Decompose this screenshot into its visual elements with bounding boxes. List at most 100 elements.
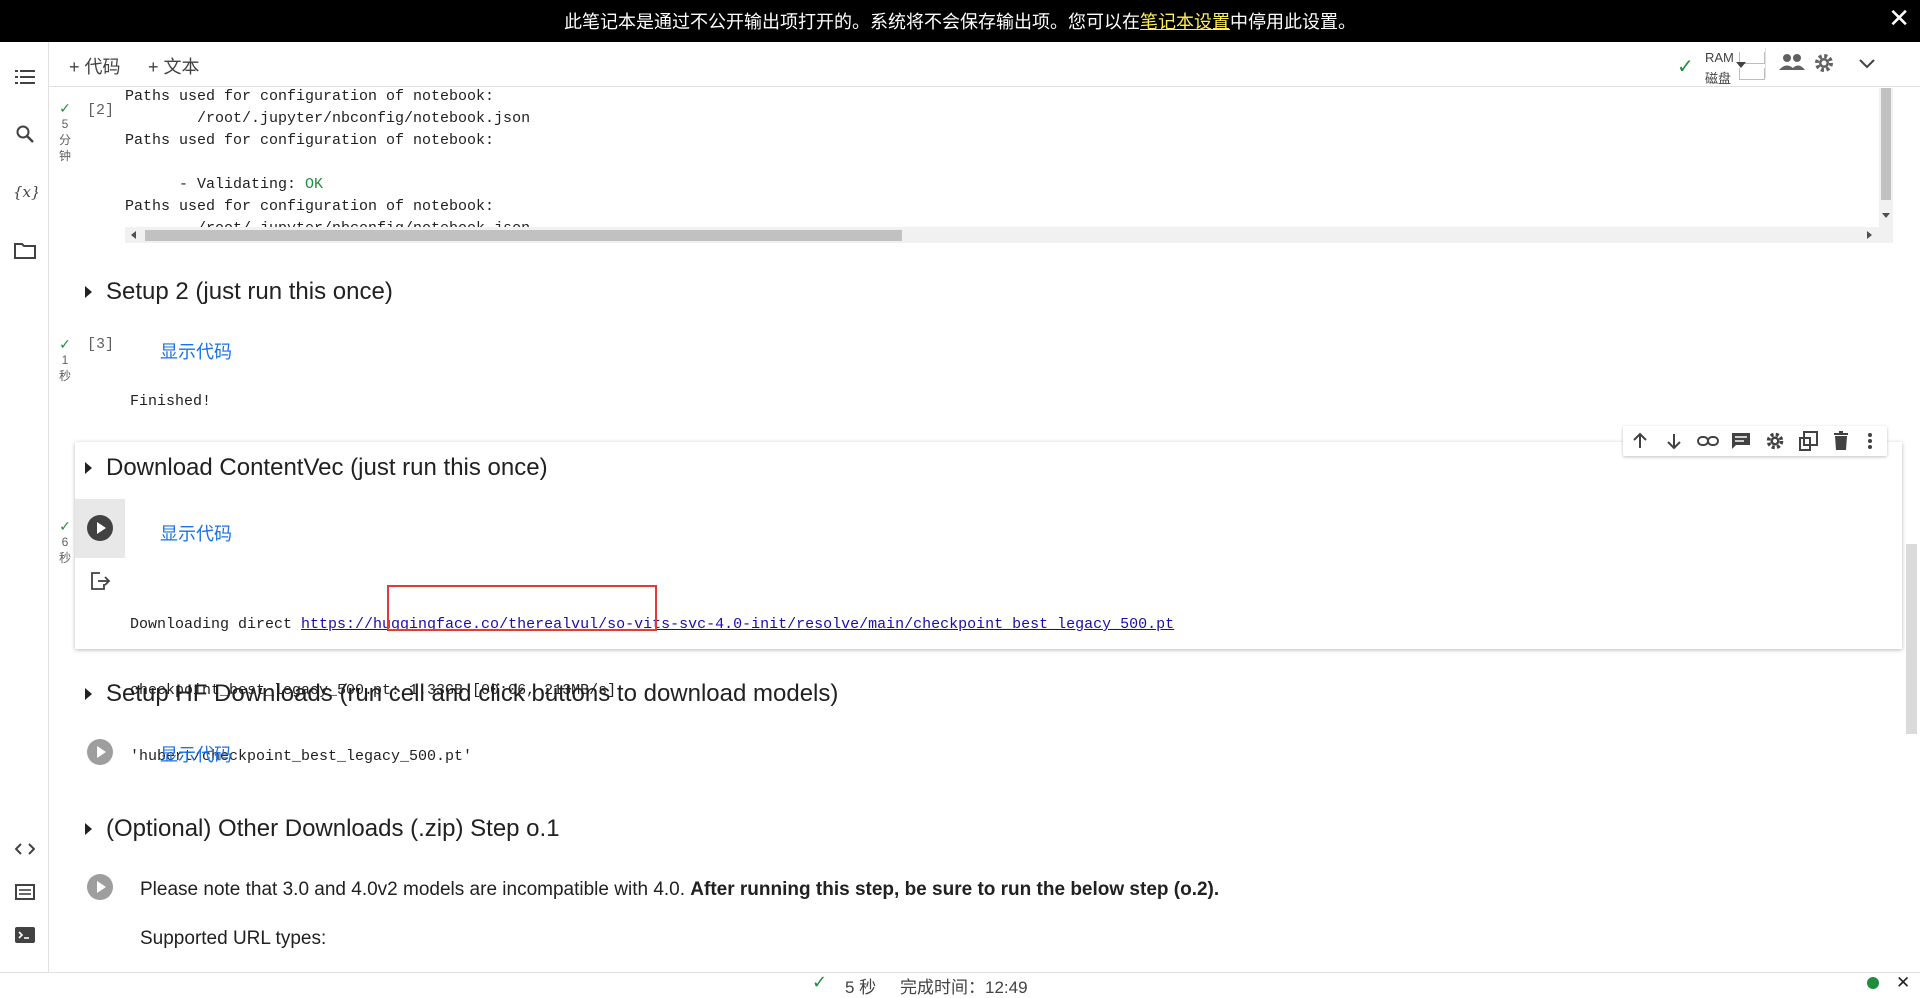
expand-triangle-icon[interactable] — [85, 688, 92, 700]
left-sidebar: {x} — [0, 42, 49, 972]
cell-download-contentvec[interactable]: Download ContentVec (just run this once)… — [59, 426, 1902, 765]
section-setup-2-heading[interactable]: Setup 2 (just run this once) — [85, 278, 393, 306]
setup-2-execution-count: [3] — [87, 336, 115, 353]
svg-text:{x}: {x} — [13, 183, 38, 201]
output-line: 'hubert/checkpoint_best_legacy_500.pt' — [130, 748, 473, 765]
share-people-icon[interactable] — [1779, 52, 1805, 77]
output-line: Paths used for configuration of notebook… — [125, 198, 495, 215]
setup-2-output: Finished! — [130, 393, 212, 410]
section-title: Setup HF Downloads (run cell and click b… — [106, 680, 839, 707]
mirror-cell-icon[interactable] — [1799, 431, 1819, 456]
exec-time-value: 1 — [61, 353, 69, 367]
expand-triangle-icon[interactable] — [85, 286, 92, 298]
code-snippets-icon[interactable] — [0, 834, 49, 864]
ram-label: RAM — [1705, 50, 1734, 65]
play-icon — [97, 522, 106, 534]
table-of-contents-icon[interactable] — [0, 62, 49, 92]
optional-note: Please note that 3.0 and 4.0v2 models ar… — [140, 879, 1219, 901]
cell-2-exec-status: ✓ 5 分 钟 — [55, 100, 75, 164]
terminal-icon[interactable] — [0, 920, 49, 950]
contentvec-exec-status: ✓ 6 秒 — [55, 518, 75, 566]
note-text: Please note that 3.0 and 4.0v2 models ar… — [140, 879, 691, 900]
link-icon[interactable] — [1697, 432, 1719, 455]
runtime-dropdown-icon[interactable] — [1735, 56, 1747, 74]
search-icon[interactable] — [0, 119, 49, 149]
output-horizontal-scrollbar[interactable] — [125, 227, 1893, 243]
note-bold-text: After running this step, be sure to run … — [690, 879, 1220, 900]
completion-time: 完成时间：12:49 — [900, 978, 1028, 997]
exec-time-value: 6 — [61, 535, 69, 549]
delete-trash-icon[interactable] — [1833, 431, 1849, 456]
settings-gear-icon[interactable] — [1813, 52, 1835, 79]
scroll-down-arrow-icon[interactable] — [1882, 213, 1890, 218]
move-up-icon[interactable] — [1631, 432, 1649, 455]
comment-icon[interactable] — [1731, 432, 1751, 455]
output-line: - Validating: — [125, 176, 306, 193]
notebook-content[interactable]: ✓ 5 分 钟 [2] Paths used for configuration… — [49, 88, 1920, 972]
collapse-chevron-icon[interactable] — [1859, 56, 1875, 74]
run-cell-button[interactable] — [87, 515, 113, 541]
more-options-icon[interactable] — [1867, 432, 1873, 455]
close-icon[interactable]: ✕ — [1888, 6, 1910, 32]
connection-status-dot — [1867, 977, 1879, 989]
section-download-contentvec-heading[interactable]: Download ContentVec (just run this once) — [85, 454, 548, 482]
toolbar-divider — [1765, 48, 1766, 78]
output-vertical-scrollbar[interactable] — [1879, 88, 1893, 228]
section-optional-downloads-heading[interactable]: (Optional) Other Downloads (.zip) Step o… — [85, 815, 560, 843]
variables-icon[interactable]: {x} — [0, 177, 49, 207]
add-code-button[interactable]: + 代码 — [69, 53, 121, 79]
run-cell-button[interactable] — [87, 739, 113, 765]
cell-settings-gear-icon[interactable] — [1765, 431, 1785, 456]
scrollbar-thumb[interactable] — [145, 230, 902, 241]
setup-2-exec-status: ✓ 1 秒 — [55, 336, 75, 384]
section-title: Setup 2 (just run this once) — [106, 278, 393, 305]
run-cell-area[interactable] — [75, 499, 125, 558]
close-status-icon[interactable]: ✕ — [1896, 973, 1910, 993]
files-folder-icon[interactable] — [0, 235, 49, 265]
run-cell-button[interactable] — [87, 874, 113, 900]
show-code-link[interactable]: 显示代码 — [160, 741, 232, 767]
output-line: Paths used for configuration of notebook… — [125, 132, 495, 149]
scrollbar-thumb[interactable] — [1881, 88, 1891, 200]
output-text: Downloading direct — [130, 616, 302, 633]
execution-duration: 5 秒 — [845, 978, 877, 997]
command-palette-icon[interactable] — [0, 877, 49, 907]
cell-toolbar — [1623, 426, 1887, 456]
scroll-left-arrow-icon[interactable] — [131, 231, 136, 239]
banner-text-before: 此笔记本是通过不公开输出项打开的。系统将不会保存输出项。您可以在 — [564, 12, 1140, 32]
cell-2-execution-count: [2] — [87, 102, 115, 119]
output-line: /root/.jupyter/nbconfig/notebook.json — [125, 110, 531, 127]
add-text-button[interactable]: + 文本 — [148, 53, 200, 79]
expand-triangle-icon[interactable] — [85, 462, 92, 474]
connected-check-icon: ✓ — [1677, 56, 1694, 78]
show-code-link[interactable]: 显示代码 — [160, 520, 232, 546]
exec-time-unit: 钟 — [58, 149, 71, 163]
notebook-scrollbar[interactable] — [1903, 374, 1919, 764]
success-check-icon: ✓ — [59, 100, 71, 116]
show-code-link[interactable]: 显示代码 — [160, 338, 232, 364]
notebook-toolbar: + 代码 + 文本 ✓ RAM 磁盘 — [49, 42, 1920, 87]
cell-2: ✓ 5 分 钟 [2] Paths used for configuration… — [49, 88, 1920, 248]
section-title: Download ContentVec (just run this once) — [106, 454, 548, 481]
exec-time-unit: 秒 — [58, 369, 71, 383]
play-icon — [97, 881, 106, 893]
exec-time-unit: 秒 — [58, 551, 71, 565]
move-down-icon[interactable] — [1665, 432, 1683, 455]
status-check-icon: ✓ — [812, 972, 828, 992]
status-bar: ✓ 5 秒 完成时间：12:49 ✕ — [0, 972, 1920, 997]
output-line: Paths used for configuration of notebook… — [125, 88, 495, 105]
expand-triangle-icon[interactable] — [85, 823, 92, 835]
resources-indicator[interactable]: ✓ RAM 磁盘 — [1677, 46, 1787, 86]
scrollbar-thumb[interactable] — [1906, 544, 1917, 734]
scroll-right-arrow-icon[interactable] — [1867, 231, 1872, 239]
section-title: (Optional) Other Downloads (.zip) Step o… — [106, 815, 560, 842]
supported-url-types-label: Supported URL types: — [140, 928, 327, 949]
output-actions-icon[interactable] — [91, 572, 111, 595]
success-check-icon: ✓ — [59, 336, 71, 352]
banner-text-after: 中停用此设置。 — [1230, 12, 1356, 32]
notebook-settings-link[interactable]: 笔记本设置 — [1140, 8, 1230, 34]
validation-ok: OK — [305, 176, 324, 193]
disk-label: 磁盘 — [1705, 71, 1732, 86]
section-hf-downloads-heading[interactable]: Setup HF Downloads (run cell and click b… — [85, 680, 838, 708]
cell-2-output[interactable]: Paths used for configuration of notebook… — [125, 88, 1853, 228]
